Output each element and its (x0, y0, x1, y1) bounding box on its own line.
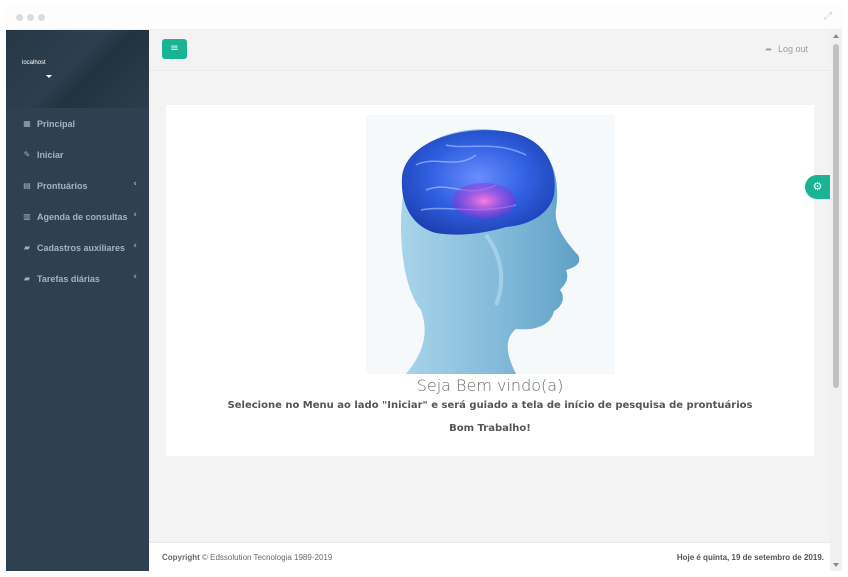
caret-down-icon[interactable] (46, 75, 52, 78)
sidebar-profile-header: localhost (6, 30, 149, 108)
vertical-scrollbar[interactable] (830, 30, 842, 571)
copyright-text: Copyright © Edssolution Tecnologia 1989-… (162, 553, 332, 562)
sidebar: localhost ▦ Principal ✎ Iniciar ▤ Prontuários… (6, 30, 149, 571)
main-content: Seja Bem vindo(a) Selecione no Menu ao l… (149, 71, 830, 542)
sidebar-item-label: Cadastros auxiliares (37, 242, 126, 253)
scroll-up-arrow-icon[interactable] (833, 34, 839, 38)
instruction-text: Selecione no Menu ao lado "Iniciar" e se… (227, 400, 753, 411)
calculator-icon: ▤ (23, 181, 31, 190)
footer: Copyright © Edssolution Tecnologia 1989-… (149, 542, 830, 571)
sidebar-item-label: Agenda de consultas (37, 211, 128, 222)
chevron-left-icon: ‹ (133, 241, 137, 251)
host-label[interactable]: localhost (22, 60, 46, 66)
welcome-heading: Seja Bem vindo(a) (416, 376, 564, 395)
brain-head-image (401, 129, 580, 374)
brain-head-illustration (366, 115, 615, 374)
settings-toggle-icon[interactable]: ⚙ (805, 175, 830, 199)
sidebar-item-prontu-rios[interactable]: ▤ Prontuários ‹ (6, 170, 149, 201)
edit-icon: ✎ (23, 150, 31, 159)
sidebar-item-label: Principal (37, 118, 76, 129)
sign-out-icon: ➦ (765, 44, 772, 54)
window-minimize-dot[interactable] (27, 14, 34, 21)
sidebar-item-principal[interactable]: ▦ Principal (6, 108, 149, 139)
current-date: Hoje é quinta, 19 de setembro de 2019. (676, 553, 824, 562)
menu-toggle-button[interactable]: ≡ (162, 39, 187, 59)
folder-open-icon: ▰ (23, 243, 31, 252)
sidebar-item-cadastros-auxiliares[interactable]: ▰ Cadastros auxiliares ‹ (6, 232, 149, 263)
logout-link[interactable]: ➦ Log out (765, 44, 808, 54)
chevron-left-icon: ‹ (133, 179, 137, 189)
sidebar-item-tarefas-di-rias[interactable]: ▰ Tarefas diárias ‹ (6, 263, 149, 294)
window-close-dot[interactable] (16, 14, 23, 21)
copyright-company: © Edssolution Tecnologia 1989-2019 (199, 553, 333, 562)
copyright-label: Copyright (162, 553, 200, 562)
fullscreen-icon[interactable]: ⤢ (824, 11, 832, 22)
scroll-down-arrow-icon[interactable] (833, 563, 839, 567)
sidebar-item-label: Prontuários (37, 180, 88, 191)
sidebar-item-agenda-de-consultas[interactable]: ▥ Agenda de consultas ‹ (6, 201, 149, 232)
sidebar-menu: ▦ Principal ✎ Iniciar ▤ Prontuários ‹ ▥ Agenda d… (6, 108, 149, 294)
welcome-panel: Seja Bem vindo(a) Selecione no Menu ao l… (166, 105, 814, 456)
window-zoom-dot[interactable] (38, 14, 45, 21)
calendar-icon: ▥ (23, 212, 31, 221)
browser-window: ⤢ localhost ▦ Principal ✎ Iniciar ▤ Prontuári… (6, 6, 842, 571)
logout-label: Log out (777, 44, 808, 54)
sidebar-item-label: Tarefas diárias (37, 273, 100, 284)
folder-open-icon: ▰ (23, 274, 31, 283)
window-titlebar: ⤢ (6, 6, 842, 30)
sidebar-item-label: Iniciar (37, 149, 64, 160)
grid-icon: ▦ (23, 119, 31, 128)
top-navbar: ≡ ➦ Log out (149, 30, 830, 71)
good-work-text: Bom Trabalho! (449, 423, 531, 434)
hamburger-icon: ≡ (170, 43, 179, 54)
scroll-thumb[interactable] (833, 44, 839, 388)
chevron-left-icon: ‹ (133, 272, 137, 282)
chevron-left-icon: ‹ (133, 210, 137, 220)
sidebar-item-iniciar[interactable]: ✎ Iniciar (6, 139, 149, 170)
